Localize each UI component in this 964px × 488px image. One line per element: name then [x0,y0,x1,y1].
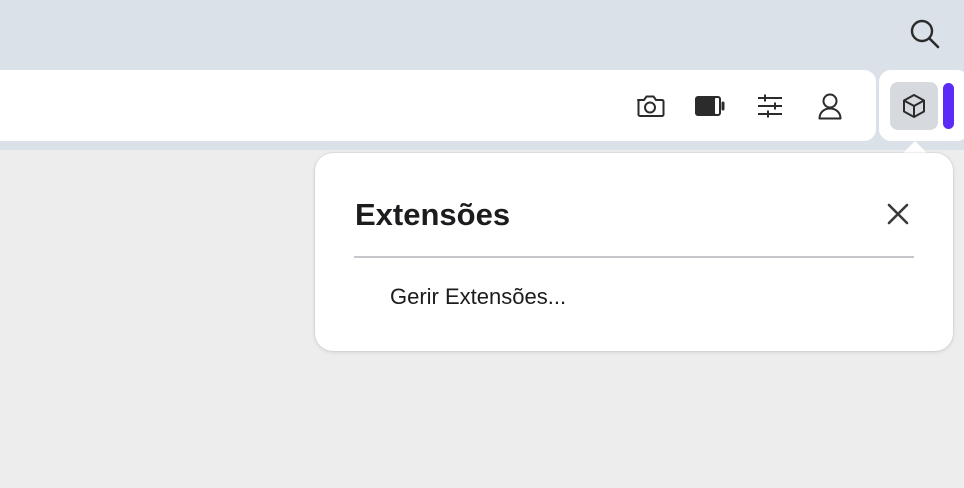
cube-icon [903,94,925,118]
accent-indicator [943,83,954,129]
search-icon [910,19,940,49]
battery-button[interactable] [691,88,729,124]
popup-title: Extensões [355,197,511,232]
popup-divider [354,256,914,258]
settings-button[interactable] [751,88,789,124]
manage-extensions-item[interactable]: Gerir Extensões... [390,284,566,310]
extensions-popup: Extensões Gerir Extensões... [315,153,953,351]
camera-icon [637,95,665,117]
extensions-button[interactable] [890,82,938,130]
profile-button[interactable] [811,88,849,124]
address-bar[interactable] [0,70,876,141]
close-icon [887,203,909,225]
user-icon [818,93,842,120]
camera-button[interactable] [631,88,669,124]
close-button[interactable] [881,197,915,231]
battery-icon [695,96,725,116]
search-button[interactable] [904,14,946,54]
sliders-icon [758,94,782,118]
